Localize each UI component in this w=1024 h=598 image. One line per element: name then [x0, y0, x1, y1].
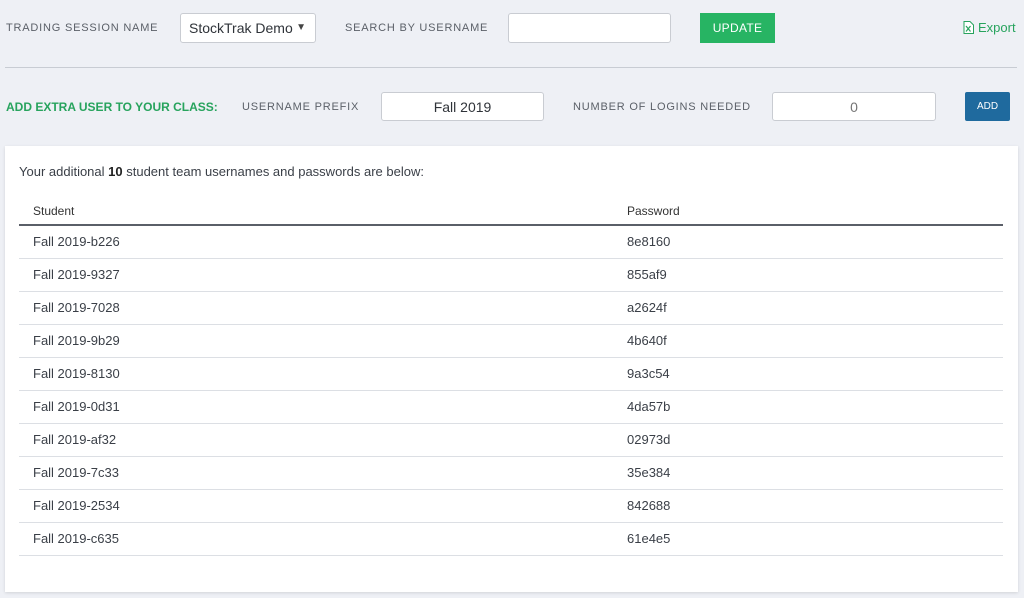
- table-row: Fall 2019-2534 842688: [19, 489, 1003, 523]
- results-intro: Your additional 10 student team username…: [19, 164, 424, 179]
- table-header-row: Student Password: [19, 198, 1003, 226]
- table-row: Fall 2019-9b29 4b640f: [19, 324, 1003, 358]
- credentials-table: Student Password Fall 2019-b226 8e8160 Fa…: [19, 198, 1003, 556]
- password-cell: 35e384: [613, 456, 1003, 490]
- student-cell: Fall 2019-9b29: [19, 324, 613, 358]
- password-cell: 4da57b: [613, 390, 1003, 424]
- intro-after: student team usernames and passwords are…: [122, 164, 424, 179]
- student-cell: Fall 2019-0d31: [19, 390, 613, 424]
- student-cell: Fall 2019-7c33: [19, 456, 613, 490]
- filter-bar: TRADING SESSION NAME StockTrak Demo Clas…: [0, 0, 1024, 56]
- add-user-title: ADD EXTRA USER TO YOUR CLASS:: [6, 100, 218, 114]
- student-cell: Fall 2019-8130: [19, 357, 613, 391]
- excel-file-icon: [963, 21, 974, 34]
- student-cell: Fall 2019-7028: [19, 291, 613, 325]
- search-label: SEARCH BY USERNAME: [345, 22, 489, 34]
- logins-needed-input[interactable]: [772, 92, 936, 121]
- add-button[interactable]: ADD: [965, 92, 1010, 121]
- password-cell: 855af9: [613, 258, 1003, 292]
- table-row: Fall 2019-8130 9a3c54: [19, 357, 1003, 391]
- password-cell: a2624f: [613, 291, 1003, 325]
- session-select[interactable]: StockTrak Demo Class ▼: [180, 13, 316, 43]
- column-header-password: Password: [613, 198, 1003, 226]
- export-label: Export: [978, 20, 1016, 35]
- results-panel: Your additional 10 student team username…: [5, 146, 1018, 592]
- table-row: Fall 2019-b226 8e8160: [19, 225, 1003, 259]
- export-link[interactable]: Export: [963, 20, 1016, 35]
- session-select-value: StockTrak Demo Class: [189, 20, 293, 36]
- password-cell: 4b640f: [613, 324, 1003, 358]
- caret-down-icon: ▼: [296, 22, 306, 33]
- logins-needed-label: NUMBER OF LOGINS NEEDED: [573, 101, 751, 113]
- intro-before: Your additional: [19, 164, 109, 179]
- password-cell: 842688: [613, 489, 1003, 523]
- column-header-student: Student: [19, 198, 613, 226]
- password-cell: 9a3c54: [613, 357, 1003, 391]
- table-row: Fall 2019-af32 02973d: [19, 423, 1003, 457]
- session-label: TRADING SESSION NAME: [6, 22, 159, 34]
- student-cell: Fall 2019-2534: [19, 489, 613, 523]
- student-cell: Fall 2019-af32: [19, 423, 613, 457]
- username-prefix-label: USERNAME PREFIX: [242, 101, 360, 113]
- student-cell: Fall 2019-9327: [19, 258, 613, 292]
- password-cell: 02973d: [613, 423, 1003, 457]
- username-prefix-input[interactable]: [381, 92, 544, 121]
- table-row: Fall 2019-7c33 35e384: [19, 456, 1003, 490]
- username-search-input[interactable]: [508, 13, 671, 43]
- results-count: 10: [108, 164, 123, 179]
- password-cell: 8e8160: [613, 225, 1003, 259]
- table-row: Fall 2019-7028 a2624f: [19, 291, 1003, 325]
- update-button[interactable]: UPDATE: [700, 13, 775, 43]
- student-cell: Fall 2019-b226: [19, 225, 613, 259]
- password-cell: 61e4e5: [613, 522, 1003, 556]
- student-cell: Fall 2019-c635: [19, 522, 613, 556]
- divider: [5, 67, 1017, 68]
- table-row: Fall 2019-0d31 4da57b: [19, 390, 1003, 424]
- table-row: Fall 2019-c635 61e4e5: [19, 522, 1003, 556]
- table-row: Fall 2019-9327 855af9: [19, 258, 1003, 292]
